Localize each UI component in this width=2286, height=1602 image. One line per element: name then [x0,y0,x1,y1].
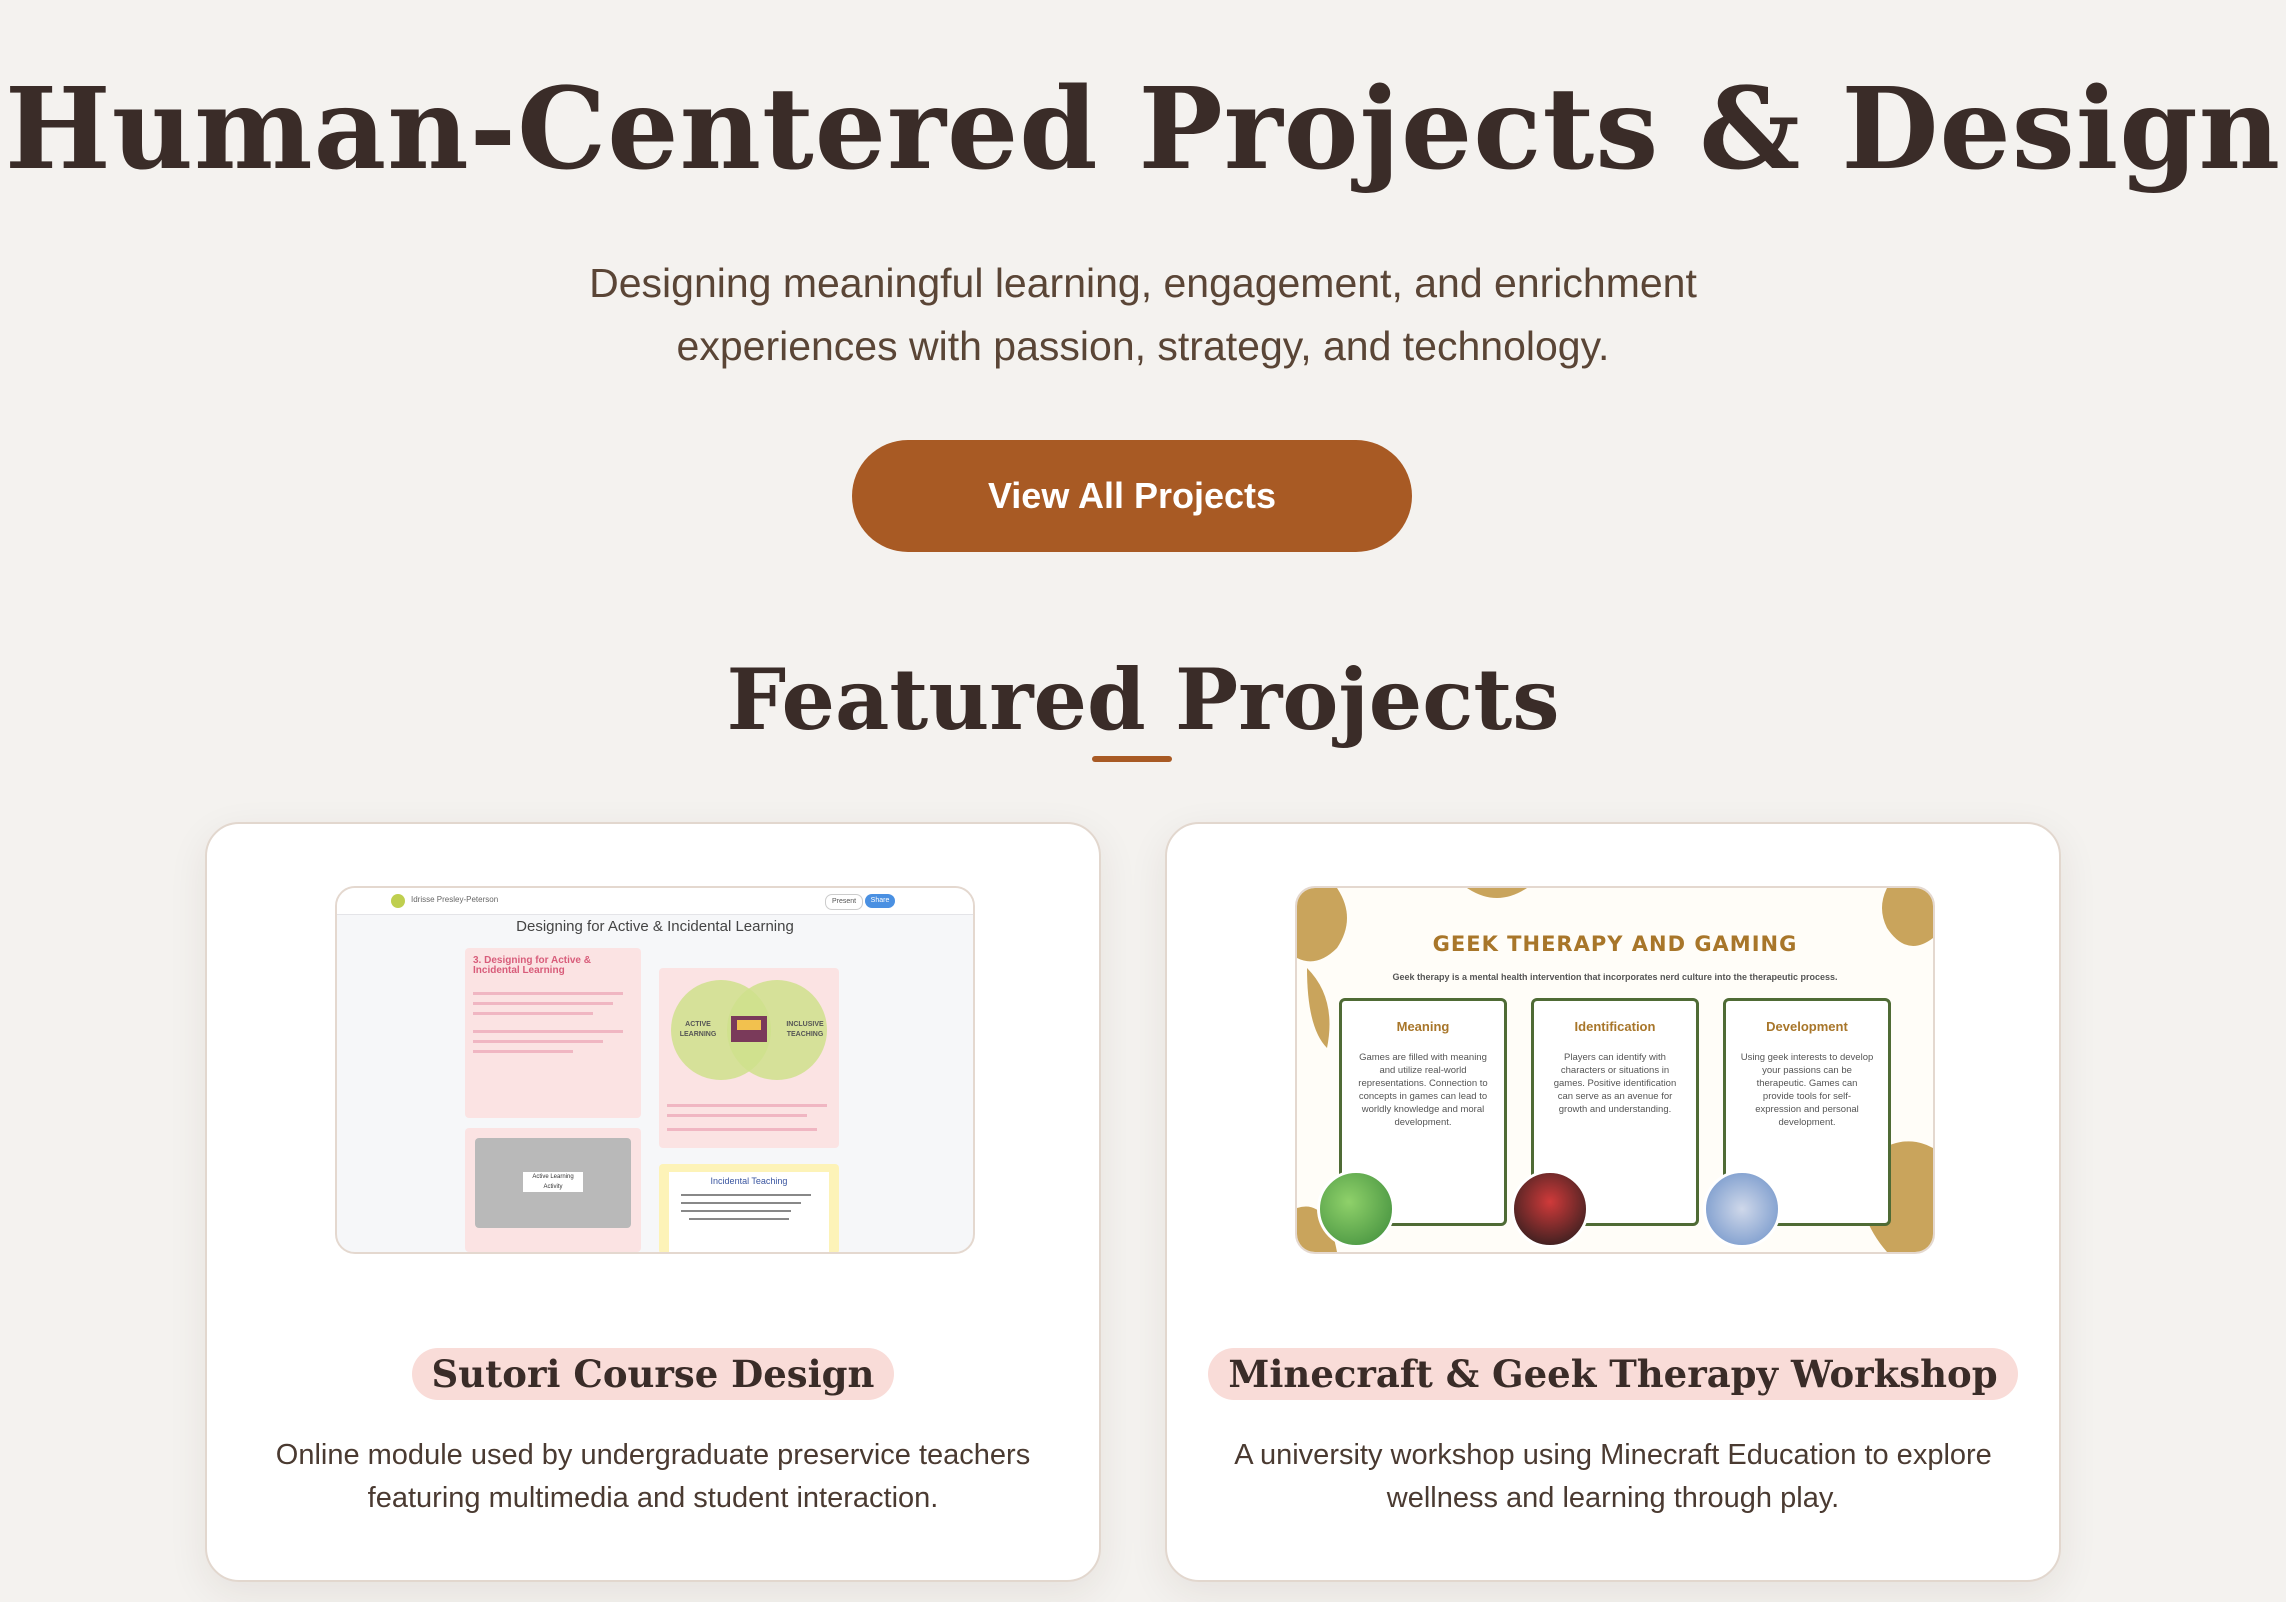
project-thumbnail[interactable]: Idrisse Presley-Peterson Present Share D… [335,886,975,1254]
activity-label: Active Learning Activity [523,1172,583,1192]
concept-text: Using geek interests to develop your pas… [1740,1052,1874,1128]
description-line: wellness and learning through play. [1386,1482,1840,1514]
thumbnail-heading: GEEK THERAPY AND GAMING [1432,932,1798,956]
venn-left-label: ACTIVE LEARNING [679,1021,717,1038]
project-title[interactable]: Sutori Course Design [411,1348,895,1400]
description-line: A university workshop using Minecraft Ed… [1234,1439,1992,1471]
game-screenshot-icon [1317,1170,1395,1248]
thumbnail-heading: Designing for Active & Incidental Learni… [516,918,794,935]
description-line: featuring multimedia and student interac… [367,1482,939,1514]
incidental-title: Incidental Teaching [710,1176,788,1186]
text-panel: 3. Designing for Active & Incidental Lea… [465,948,641,1118]
hero-subtitle-line: Designing meaningful learning, engagemen… [589,260,1697,306]
present-button: Present [825,894,863,910]
activity-panel: Active Learning Activity [465,1128,641,1252]
view-all-projects-button[interactable]: View All Projects [852,440,1412,552]
project-card-sutori[interactable]: Idrisse Presley-Peterson Present Share D… [205,822,1101,1582]
thumbnail-subheading: Geek therapy is a mental health interven… [1392,972,1838,982]
venn-right-label: INCLUSIVE TEACHING [786,1021,824,1038]
venn-panel: ACTIVE LEARNING INCLUSIVE TEACHING [659,968,839,1148]
concept-text: Players can identify with characters or … [1553,1052,1677,1115]
panel-title: 3. Designing for Active & Incidental Lea… [473,955,591,976]
project-title[interactable]: Minecraft & Geek Therapy Workshop [1208,1348,2018,1400]
share-button: Share [865,894,895,908]
thumbnail-toolbar: Idrisse Presley-Peterson Present Share [337,888,973,915]
heading-underline [1092,756,1172,762]
incidental-panel: Incidental Teaching [659,1164,839,1252]
concept-title: Meaning [1396,1019,1450,1034]
project-description: A university workshop using Minecraft Ed… [1207,1434,2019,1520]
featured-projects-heading: Featured Projects [726,650,1560,749]
avatar [391,894,405,908]
author-name: Idrisse Presley-Peterson [411,895,499,904]
project-card-geek-therapy[interactable]: GEEK THERAPY AND GAMING Geek therapy is … [1165,822,2061,1582]
hero-subtitle-line: experiences with passion, strategy, and … [676,323,1610,369]
concept-title: Identification [1574,1019,1656,1034]
hero-subtitle: Designing meaningful learning, engagemen… [0,252,2286,378]
description-line: Online module used by undergraduate pres… [275,1439,1031,1471]
concept-text: Games are filled with meaning and utiliz… [1358,1052,1488,1128]
project-description: Online module used by undergraduate pres… [247,1434,1059,1520]
concept-title: Development [1766,1019,1848,1034]
game-screenshot-icon [1511,1170,1589,1248]
hero-title: Human-Centered Projects & Design [4,64,2282,195]
game-screenshot-icon [1703,1170,1781,1248]
project-thumbnail[interactable]: GEEK THERAPY AND GAMING Geek therapy is … [1295,886,1935,1254]
